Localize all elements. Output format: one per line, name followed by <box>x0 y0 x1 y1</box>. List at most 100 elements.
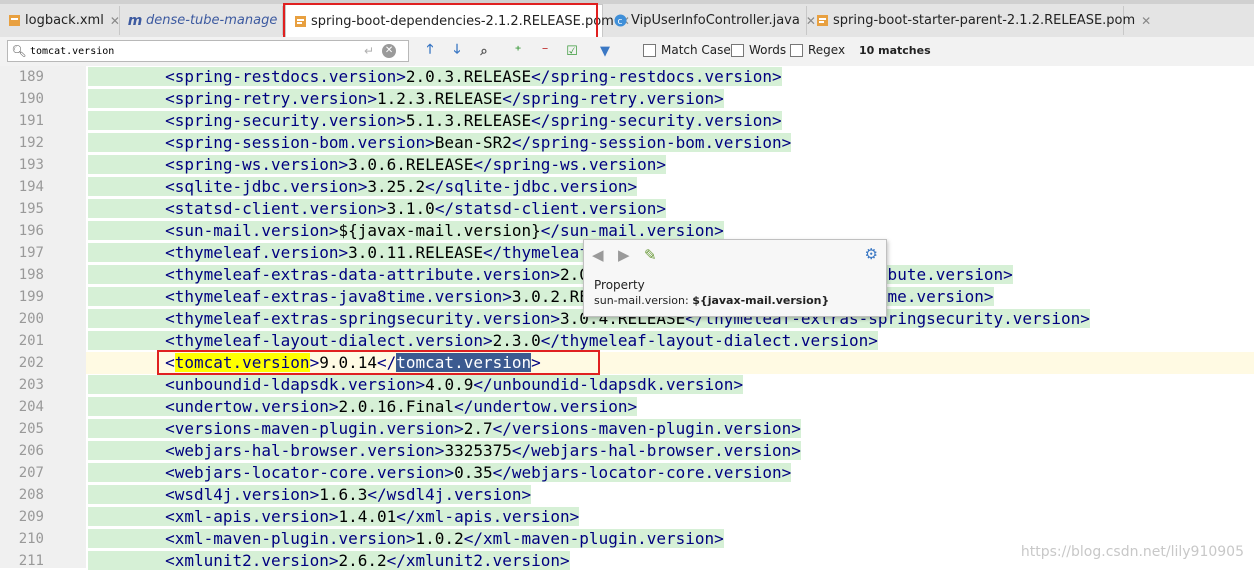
tab-vipuserinfocontroller-java[interactable]: c VipUserInfoController.java ✕ <box>606 6 816 35</box>
line-number[interactable]: 193 <box>0 154 44 176</box>
watermark: https://blog.csdn.net/lily910905 <box>1020 544 1244 560</box>
words-checkbox[interactable]: Words <box>731 43 786 57</box>
code-line[interactable]: <xml-apis.version>1.4.01</xml-apis.versi… <box>88 506 580 528</box>
tag-bracket: > <box>781 133 792 152</box>
line-number[interactable]: 197 <box>0 242 44 264</box>
code-line[interactable]: <webjars-hal-browser.version>3325375</we… <box>88 440 801 462</box>
remove-selection-icon[interactable]: ⁻ <box>536 42 554 60</box>
code-line[interactable]: <undertow.version>2.0.16.Final</undertow… <box>88 396 638 418</box>
code-line[interactable]: <versions-maven-plugin.version>2.7</vers… <box>88 418 801 440</box>
tab-spring-boot-starter-parent-pom[interactable]: spring-boot-starter-parent-2.1.2.RELEASE… <box>808 6 1151 35</box>
line-number[interactable]: 190 <box>0 88 44 110</box>
tag-bracket: </ <box>540 331 561 350</box>
line-number[interactable]: 191 <box>0 110 44 132</box>
clear-search-icon[interactable]: ✕ <box>382 44 397 58</box>
tag-bracket: > <box>444 463 455 482</box>
gear-icon[interactable]: ⚙ <box>865 245 878 263</box>
line-number[interactable]: 194 <box>0 176 44 198</box>
code-line[interactable]: <spring-session-bom.version>Bean-SR2</sp… <box>88 132 792 154</box>
checkbox-box[interactable] <box>731 43 744 57</box>
filter-icon[interactable]: ▼ <box>596 42 614 60</box>
xml-element: <versions-maven-plugin.version>2.7</vers… <box>165 419 801 438</box>
property-value: 3.0.11.RELEASE <box>348 243 483 262</box>
line-number[interactable]: 201 <box>0 330 44 352</box>
code-line[interactable]: <webjars-locator-core.version>0.35</webj… <box>88 462 792 484</box>
tag-bracket: </ <box>502 89 522 108</box>
add-selection-icon[interactable]: ⁺ <box>509 42 527 60</box>
tab-dense-tube-manage[interactable]: m dense-tube-manage ✕ <box>120 6 293 35</box>
new-line-icon[interactable]: ↵ <box>364 44 374 58</box>
words-label: Words <box>749 43 787 57</box>
code-line[interactable]: <statsd-client.version>3.1.0</statsd-cli… <box>88 198 667 220</box>
tag-bracket: </ <box>454 397 474 416</box>
tag-bracket: > <box>377 199 387 218</box>
tab-spring-boot-dependencies-pom[interactable]: spring-boot-dependencies-2.1.2.RELEASE.p… <box>285 4 630 37</box>
code-editor[interactable]: 189 <spring-restdocs.version>2.0.3.RELEA… <box>0 66 1254 570</box>
line-number[interactable]: 200 <box>0 308 44 330</box>
open-tag-name: statsd-client.version <box>174 199 377 218</box>
close-icon[interactable]: ✕ <box>1141 14 1151 28</box>
open-tag-name: spring-ws.version <box>174 155 339 174</box>
tab-label: spring-boot-dependencies-2.1.2.RELEASE.p… <box>311 13 614 29</box>
code-line[interactable]: <unboundid-ldapsdk.version>4.0.9</unboun… <box>88 374 744 396</box>
line-number[interactable]: 206 <box>0 440 44 462</box>
xml-element: <thymeleaf-layout-dialect.version>2.3.0<… <box>165 331 878 350</box>
property-value: 2.7 <box>463 419 493 438</box>
code-line[interactable]: <spring-retry.version>1.2.3.RELEASE</spr… <box>88 88 724 110</box>
code-line[interactable]: <spring-security.version>5.1.3.RELEASE</… <box>88 110 782 132</box>
tag-bracket: < <box>165 155 175 174</box>
tag-bracket: < <box>165 309 175 328</box>
select-all-occurrences-icon[interactable]: ☑ <box>563 42 581 60</box>
tag-bracket: > <box>434 441 445 460</box>
search-field[interactable]: 🔍︎ ↵ ✕ <box>7 40 409 62</box>
line-number[interactable]: 202 <box>0 352 44 374</box>
code-line[interactable]: <xmlunit2.version>2.6.2</xmlunit2.versio… <box>88 550 570 572</box>
line-number[interactable]: 207 <box>0 462 44 484</box>
code-line[interactable]: <wsdl4j.version>1.6.3</wsdl4j.version> <box>88 484 532 506</box>
close-tag-name: sqlite-jdbc.version <box>444 177 628 196</box>
line-number[interactable]: 192 <box>0 132 44 154</box>
code-line[interactable]: <thymeleaf-layout-dialect.version>2.3.0<… <box>88 330 878 352</box>
code-line[interactable]: <xml-maven-plugin.version>1.0.2</xml-mav… <box>88 528 724 550</box>
open-tag-name: thymeleaf-extras-springsecurity.version <box>174 309 551 328</box>
line-number[interactable]: 199 <box>0 286 44 308</box>
code-line[interactable]: <spring-restdocs.version>2.0.3.RELEASE</… <box>88 66 782 88</box>
line-number[interactable]: 198 <box>0 264 44 286</box>
line-number[interactable]: 204 <box>0 396 44 418</box>
edit-source-icon[interactable]: ✎ <box>644 246 657 264</box>
tag-bracket: < <box>165 375 175 394</box>
find-all-icon[interactable]: ⌕ <box>475 42 493 60</box>
line-number[interactable]: 196 <box>0 220 44 242</box>
open-tag-name: thymeleaf-layout-dialect.version <box>174 331 483 350</box>
property-value: 3.25.2 <box>367 177 426 196</box>
code-line[interactable]: <tomcat.version>9.0.14</tomcat.version> <box>88 352 541 374</box>
checkbox-box[interactable] <box>790 43 803 57</box>
line-number[interactable]: 189 <box>0 66 44 88</box>
tab-logback-xml[interactable]: logback.xml ✕ <box>0 6 120 35</box>
forward-icon[interactable]: ▶ <box>618 246 630 264</box>
line-number[interactable]: 195 <box>0 198 44 220</box>
search-icon[interactable]: 🔍︎ <box>8 44 30 58</box>
line-number[interactable]: 203 <box>0 374 44 396</box>
tag-bracket: > <box>656 199 667 218</box>
regex-checkbox[interactable]: Regex <box>790 43 845 57</box>
code-line[interactable]: <spring-ws.version>3.0.6.RELEASE</spring… <box>88 154 667 176</box>
checkbox-box[interactable] <box>643 43 656 57</box>
line-number[interactable]: 209 <box>0 506 44 528</box>
close-tag-name: thymeleaf-layout-dialect.version <box>560 331 869 350</box>
property-value: 1.2.3.RELEASE <box>377 89 503 108</box>
previous-occurrence-icon[interactable]: 🡑 <box>421 42 439 60</box>
tag-bracket: </ <box>511 133 532 152</box>
line-number[interactable]: 208 <box>0 484 44 506</box>
match-count: 10 matches <box>859 44 931 57</box>
match-case-checkbox[interactable]: Match Case <box>643 43 731 57</box>
line-number[interactable]: 205 <box>0 418 44 440</box>
line-number[interactable]: 210 <box>0 528 44 550</box>
code-line[interactable]: <sqlite-jdbc.version>3.25.2</sqlite-jdbc… <box>88 176 638 198</box>
back-icon[interactable]: ◀ <box>592 246 604 264</box>
close-icon[interactable]: ✕ <box>110 14 120 28</box>
tag-bracket: > <box>367 89 377 108</box>
search-input[interactable] <box>30 45 360 57</box>
line-number[interactable]: 211 <box>0 550 44 572</box>
next-occurrence-icon[interactable]: 🡓 <box>448 42 466 60</box>
